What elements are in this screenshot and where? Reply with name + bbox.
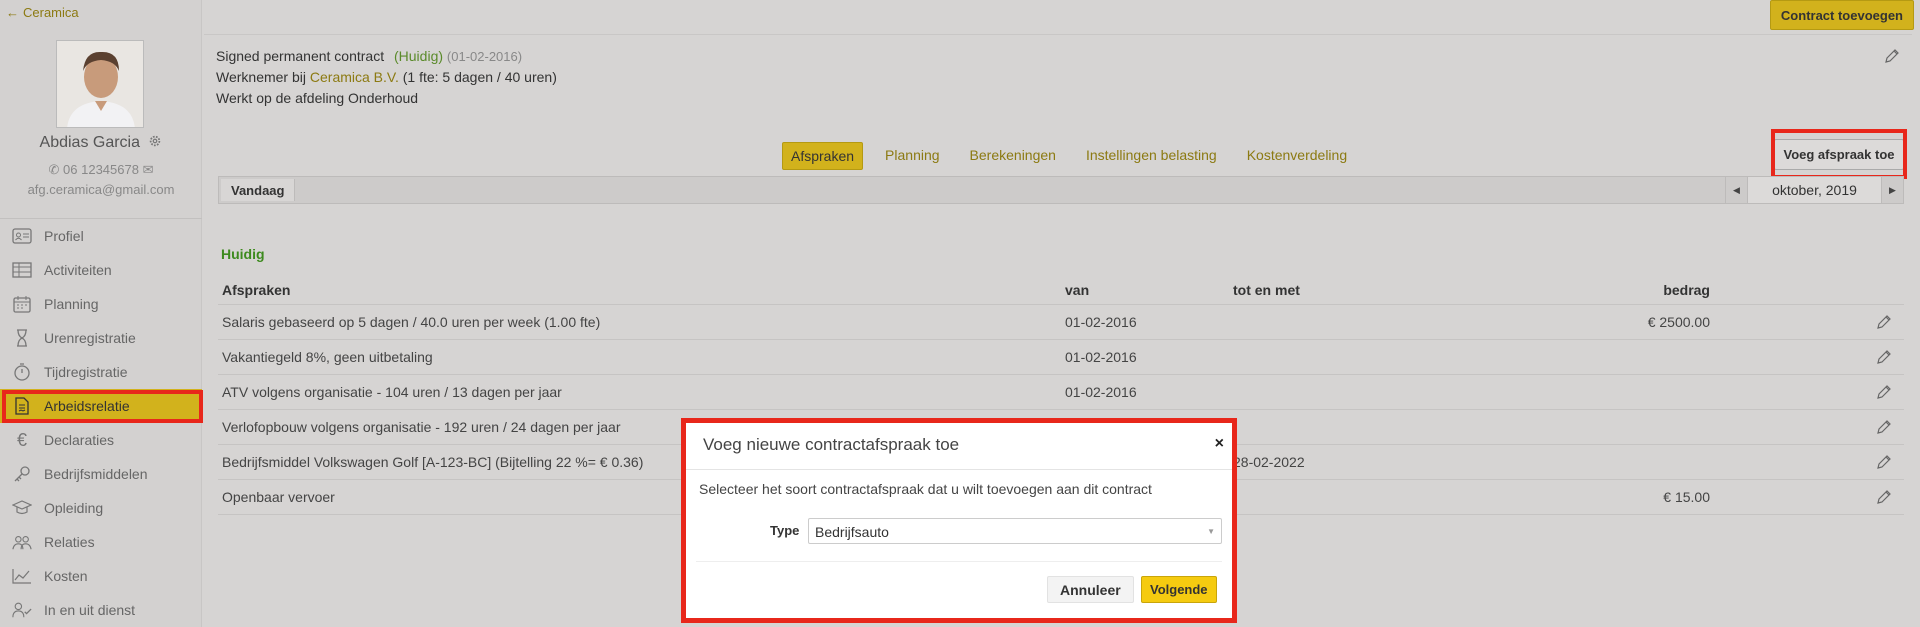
table-icon bbox=[12, 260, 32, 280]
sidebar: ← Ceramica Abdias Garcia ✆ 06 12345678 ✉… bbox=[0, 0, 203, 627]
next-month-icon[interactable]: ▶ bbox=[1881, 177, 1903, 203]
contract-date: (01-02-2016) bbox=[446, 49, 523, 64]
modal-title: Voeg nieuwe contractafspraak toe bbox=[703, 435, 960, 454]
table-row: ATV volgens organisatie - 104 uren / 13 … bbox=[218, 375, 1904, 410]
modal-highlight: Voeg nieuwe contractafspraak toe × Selec… bbox=[681, 418, 1237, 623]
sidebar-nav: Profiel Activiteiten Planning Urenregist… bbox=[0, 218, 203, 627]
user-phone: ✆ 06 12345678 ✉ bbox=[48, 162, 154, 177]
tab-afspraken[interactable]: Afspraken bbox=[782, 142, 864, 170]
date-toolbar: Vandaag ◀ oktober, 2019 ▶ bbox=[218, 176, 1904, 204]
stopwatch-icon bbox=[12, 362, 32, 382]
department-line: Werkt op de afdeling Onderhoud bbox=[216, 90, 419, 106]
add-contract-button[interactable]: Contract toevoegen bbox=[1769, 0, 1914, 30]
employer-line: Werknemer bij Ceramica B.V. (1 fte: 5 da… bbox=[216, 69, 557, 85]
edit-pencil-icon[interactable] bbox=[1876, 384, 1892, 400]
sidebar-item-bedrijfsmiddelen[interactable]: Bedrijfsmiddelen bbox=[0, 457, 202, 491]
avatar[interactable] bbox=[56, 40, 144, 128]
sidebar-item-planning[interactable]: Planning bbox=[0, 287, 202, 321]
graduation-icon bbox=[12, 498, 32, 518]
sidebar-item-profiel[interactable]: Profiel bbox=[0, 219, 202, 253]
table-row: Salaris gebaseerd op 5 dagen / 40.0 uren… bbox=[218, 305, 1904, 340]
modal-divider bbox=[686, 469, 1232, 470]
edit-pencil-icon[interactable] bbox=[1876, 314, 1892, 330]
chevron-down-icon: ▼ bbox=[1207, 527, 1215, 536]
sidebar-item-activiteiten[interactable]: Activiteiten bbox=[0, 253, 202, 287]
tab-kostenverdeling[interactable]: Kostenverdeling bbox=[1239, 142, 1355, 170]
table-row: Vakantiegeld 8%, geen uitbetaling 01-02-… bbox=[218, 340, 1904, 375]
month-navigator: ◀ oktober, 2019 ▶ bbox=[1725, 177, 1903, 203]
sidebar-item-arbeidsrelatie[interactable]: Arbeidsrelatie bbox=[0, 389, 203, 423]
status-badge: (Huidig) bbox=[394, 48, 444, 64]
sidebar-item-declaraties[interactable]: € Declaraties bbox=[0, 423, 202, 457]
tab-instellingen-belasting[interactable]: Instellingen belasting bbox=[1078, 142, 1225, 170]
user-email: afg.ceramica@gmail.com bbox=[27, 182, 175, 197]
today-button[interactable]: Vandaag bbox=[221, 179, 296, 201]
hourglass-icon bbox=[12, 328, 32, 348]
type-label: Type bbox=[770, 523, 800, 538]
section-title: Huidig bbox=[221, 246, 265, 262]
sidebar-item-relaties[interactable]: Relaties bbox=[0, 525, 202, 559]
arrow-left-icon: ← bbox=[6, 5, 19, 20]
edit-pencil-icon[interactable] bbox=[1876, 349, 1892, 365]
modal-description: Selecteer het soort contractafspraak dat… bbox=[699, 481, 1152, 497]
month-label[interactable]: oktober, 2019 bbox=[1747, 177, 1881, 203]
edit-contract-pencil-icon[interactable] bbox=[1884, 48, 1900, 64]
edit-pencil-icon[interactable] bbox=[1876, 489, 1892, 505]
prev-month-icon[interactable]: ◀ bbox=[1725, 177, 1747, 203]
edit-pencil-icon[interactable] bbox=[1876, 454, 1892, 470]
company-link[interactable]: Ceramica B.V. bbox=[310, 69, 399, 85]
contract-info: Signed permanent contract (Huidig) (01-0… bbox=[216, 46, 557, 109]
tab-planning[interactable]: Planning bbox=[877, 142, 948, 170]
edit-pencil-icon[interactable] bbox=[1876, 419, 1892, 435]
cancel-button[interactable]: Annuleer bbox=[1047, 576, 1134, 603]
back-link[interactable]: ← Ceramica bbox=[6, 5, 79, 20]
phone-icon: ✆ bbox=[48, 162, 60, 177]
gear-icon[interactable] bbox=[148, 134, 162, 148]
add-agreement-button[interactable]: Voeg afspraak toe bbox=[1774, 138, 1904, 170]
sidebar-item-opleiding[interactable]: Opleiding bbox=[0, 491, 202, 525]
calendar-icon bbox=[12, 294, 32, 314]
user-check-icon bbox=[12, 600, 32, 620]
id-card-icon bbox=[12, 226, 32, 246]
chart-icon bbox=[12, 566, 32, 586]
euro-icon: € bbox=[16, 429, 27, 450]
close-icon[interactable]: × bbox=[1215, 435, 1224, 453]
table-header: Afspraken van tot en met bedrag bbox=[218, 275, 1904, 305]
type-select[interactable]: Bedrijfsauto ▼ bbox=[808, 518, 1222, 544]
contract-title-line: Signed permanent contract (Huidig) (01-0… bbox=[216, 48, 523, 64]
add-agreement-highlight: Voeg afspraak toe bbox=[1771, 129, 1907, 179]
tab-bar: Afspraken Planning Berekeningen Instelli… bbox=[782, 142, 1355, 170]
sidebar-item-urenregistratie[interactable]: Urenregistratie bbox=[0, 321, 202, 355]
contract-icon bbox=[12, 396, 32, 416]
people-icon bbox=[12, 532, 32, 552]
sidebar-item-tijdregistratie[interactable]: Tijdregistratie bbox=[0, 355, 202, 389]
key-icon bbox=[12, 464, 32, 484]
sidebar-item-in-en-uit-dienst[interactable]: In en uit dienst bbox=[0, 593, 202, 627]
user-name: Abdias Garcia bbox=[0, 134, 202, 152]
sidebar-item-kosten[interactable]: Kosten bbox=[0, 559, 202, 593]
modal-footer-divider bbox=[696, 561, 1222, 562]
tab-berekeningen[interactable]: Berekeningen bbox=[962, 142, 1064, 170]
mail-icon[interactable]: ✉ bbox=[143, 162, 154, 177]
next-button[interactable]: Volgende bbox=[1141, 576, 1217, 603]
add-agreement-modal: Voeg nieuwe contractafspraak toe × Selec… bbox=[686, 423, 1232, 618]
